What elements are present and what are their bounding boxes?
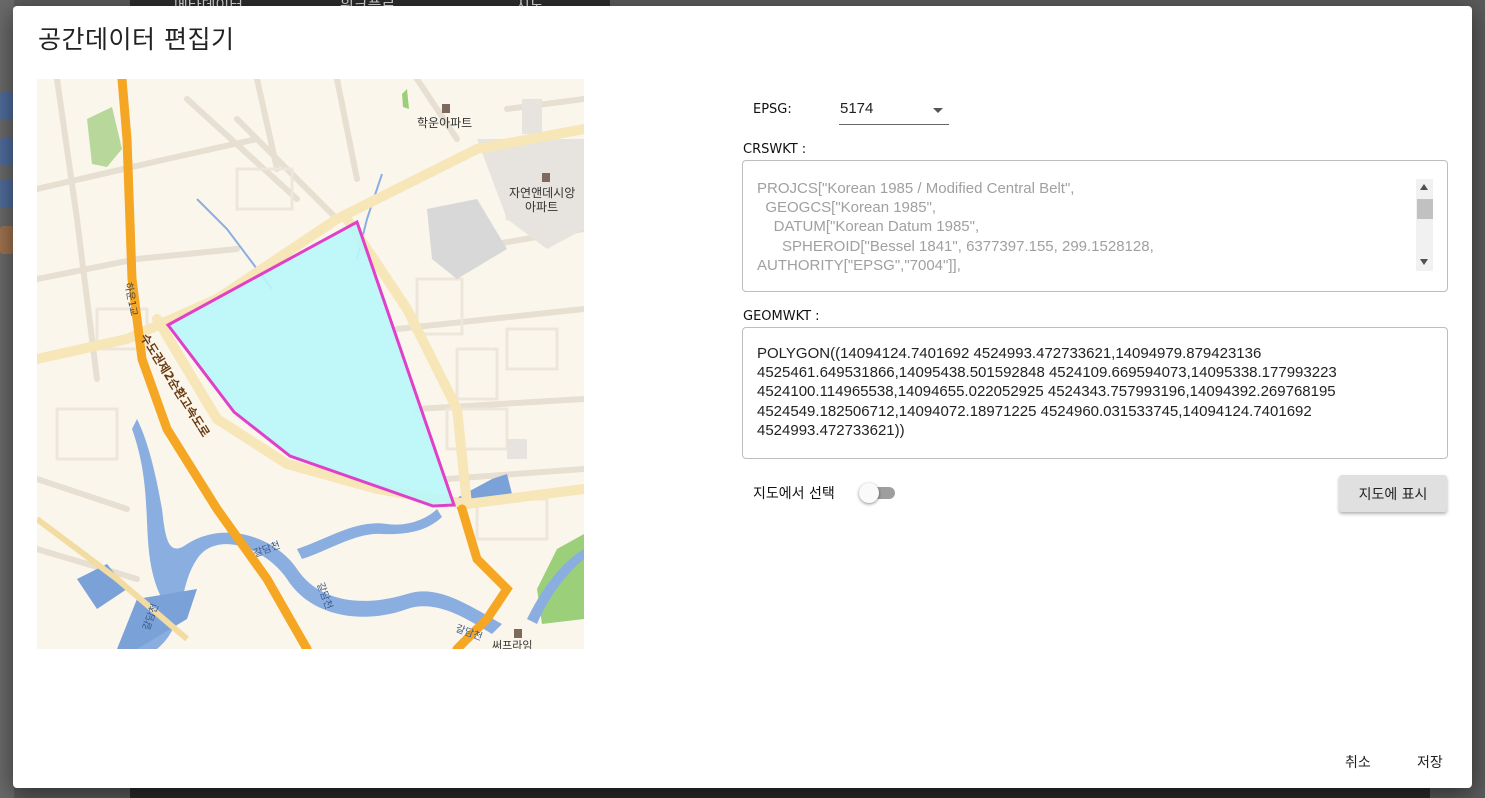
map-label: 써프라임 [492,639,532,649]
show-on-map-button[interactable]: 지도에 표시 [1339,475,1447,512]
map-label: 자연앤데시앙 [509,186,575,200]
crswkt-textarea[interactable]: PROJCS["Korean 1985 / Modified Central B… [742,160,1448,292]
dialog-title: 공간데이터 편집기 [38,25,235,54]
map-label: 아파트 [525,200,558,214]
save-button[interactable]: 저장 [1417,752,1443,772]
map-label: 학운아파트 [417,116,472,130]
geomwkt-textarea[interactable]: POLYGON((14094124.7401692 4524993.472733… [742,327,1448,459]
select-on-map-label: 지도에서 선택 [753,486,835,502]
select-on-map-toggle[interactable] [859,483,895,503]
dropdown-arrow-icon [933,108,943,113]
geomwkt-text: POLYGON((14094124.7401692 4524993.472733… [757,345,1337,439]
epsg-label: EPSG: [753,102,792,117]
epsg-select[interactable]: 5174 [839,98,949,125]
crswkt-scrollbar[interactable] [1416,179,1433,271]
scroll-up-icon[interactable] [1420,184,1428,190]
cancel-button[interactable]: 취소 [1345,752,1371,772]
scroll-down-icon[interactable] [1420,259,1428,265]
toggle-thumb [859,483,879,503]
crswkt-text: PROJCS["Korean 1985 / Modified Central B… [757,180,1154,274]
map-view[interactable]: 학운아파트 자연앤데시앙 아파트 하운1교 수도권제2순환고속도로 갈담천 갈담… [37,79,584,649]
epsg-selected-value: 5174 [840,100,874,117]
geomwkt-label: GEOMWKT : [743,309,820,324]
spatial-data-editor-dialog: 공간데이터 편집기 학운아파트 자연앤데시앙 아파트 하운1교 수도권제2순환고… [13,6,1472,788]
scroll-thumb[interactable] [1417,199,1433,219]
map-canvas[interactable]: 학운아파트 자연앤데시앙 아파트 하운1교 수도권제2순환고속도로 갈담천 갈담… [37,79,584,649]
background-sidebar [0,0,14,798]
crswkt-label: CRSWKT : [743,142,807,157]
